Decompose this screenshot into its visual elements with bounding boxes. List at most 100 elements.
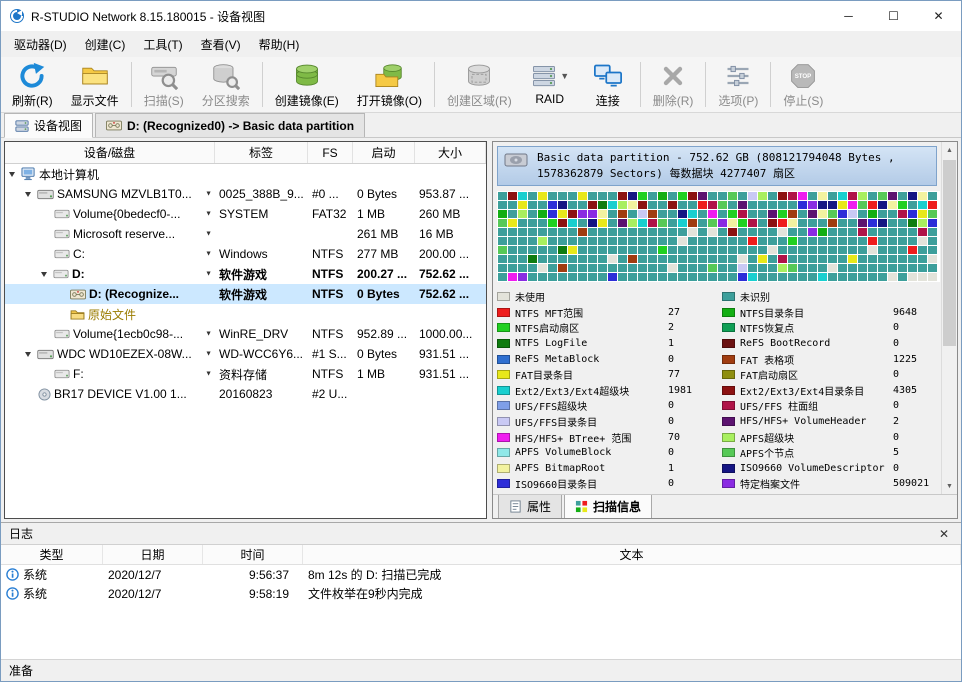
view-tab-1[interactable]: D: (Recognized0) -> Basic data partition bbox=[95, 113, 365, 137]
tree-row-3[interactable]: Microsoft reserve...▼261 MB16 MB bbox=[5, 224, 486, 244]
toolbar-button-9[interactable]: 删除(R) bbox=[644, 58, 703, 111]
toolbar-button-1[interactable]: 显示文件 bbox=[62, 58, 128, 111]
tree-row-7[interactable]: 原始文件 bbox=[5, 304, 486, 324]
log-text-cell: 8m 12s 的 D: 扫描已完成 bbox=[303, 565, 961, 584]
volume-icon bbox=[54, 329, 70, 339]
toolbar-button-7[interactable]: ▼RAID bbox=[521, 58, 579, 111]
tree-column-header-2[interactable]: FS bbox=[308, 142, 353, 163]
scrollbar-down-icon[interactable]: ▼ bbox=[942, 478, 957, 494]
menu-item-2[interactable]: 工具(T) bbox=[134, 32, 191, 57]
scrollbar-up-icon[interactable]: ▲ bbox=[942, 142, 957, 158]
partition-search-icon-wrap bbox=[212, 61, 240, 91]
tree-row-0[interactable]: 本地计算机 bbox=[5, 164, 486, 184]
scan-block bbox=[528, 219, 537, 227]
tree-row-2[interactable]: Volume{0bedecf0-...▼SYSTEMFAT321 MB260 M… bbox=[5, 204, 486, 224]
toolbar-button-3[interactable]: 分区搜索 bbox=[193, 58, 259, 111]
view-tab-0[interactable]: 设备视图 bbox=[4, 113, 93, 138]
device-dropdown-arrow[interactable]: ▼ bbox=[205, 331, 212, 338]
scan-block bbox=[918, 192, 927, 200]
device-dropdown-arrow[interactable]: ▼ bbox=[205, 211, 212, 218]
scan-block bbox=[638, 246, 647, 254]
close-button[interactable]: ✕ bbox=[916, 1, 961, 31]
menu-item-4[interactable]: 帮助(H) bbox=[250, 32, 309, 57]
tree-column-header-1[interactable]: 标签 bbox=[215, 142, 308, 163]
menu-item-1[interactable]: 创建(C) bbox=[76, 32, 135, 57]
legend-count: 27 bbox=[668, 307, 712, 318]
toolbar-button-6[interactable]: 创建区域(R) bbox=[438, 58, 521, 111]
device-dropdown-arrow[interactable]: ▼ bbox=[205, 231, 212, 238]
minimize-button[interactable]: ─ bbox=[826, 1, 871, 31]
legend-item-left-11: APFS BitmapRoot1 bbox=[497, 460, 712, 476]
menu-item-3[interactable]: 查看(V) bbox=[192, 32, 250, 57]
panel-tab-1[interactable]: 扫描信息 bbox=[564, 495, 652, 519]
menu-item-0[interactable]: 驱动器(D) bbox=[5, 32, 76, 57]
scan-block bbox=[648, 192, 657, 200]
tree-row-9[interactable]: WDC WD10EZEX-08W...▼WD-WCC6Y6...#1 S...0… bbox=[5, 344, 486, 364]
scan-block bbox=[898, 264, 907, 272]
scan-block bbox=[658, 264, 667, 272]
scan-block bbox=[838, 192, 847, 200]
scrollbar-thumb[interactable] bbox=[943, 160, 956, 346]
scan-block bbox=[668, 264, 677, 272]
toolbar-button-5[interactable]: 打开镜像(O) bbox=[348, 58, 431, 111]
device-dropdown-arrow[interactable]: ▼ bbox=[205, 351, 212, 358]
tree-column-header-3[interactable]: 启动 bbox=[353, 142, 415, 163]
scan-block bbox=[548, 273, 557, 281]
tree-row-10[interactable]: F:▼资料存储NTFS1 MB931.51 ... bbox=[5, 364, 486, 384]
device-dropdown-arrow[interactable]: ▼ bbox=[205, 191, 212, 198]
volume-icon bbox=[54, 229, 70, 239]
log-column-header-1[interactable]: 日期 bbox=[103, 545, 203, 564]
log-column-header-3[interactable]: 文本 bbox=[303, 545, 961, 564]
toolbar-button-4[interactable]: 创建镜像(E) bbox=[266, 58, 348, 111]
legend-count: 4305 bbox=[893, 385, 937, 396]
device-dropdown-arrow[interactable]: ▼ bbox=[205, 271, 212, 278]
scan-block bbox=[548, 192, 557, 200]
tree-row-8[interactable]: Volume{1ecb0c98-...▼WinRE_DRVNTFS952.89 … bbox=[5, 324, 486, 344]
device-dropdown-arrow[interactable]: ▼ bbox=[205, 371, 212, 378]
scan-blockmap[interactable] bbox=[497, 191, 940, 282]
log-row-0[interactable]: 系统2020/12/79:56:378m 12s 的 D: 扫描已完成 bbox=[1, 565, 961, 584]
toolbar-button-0[interactable]: 刷新(R) bbox=[3, 58, 62, 111]
toolbar-button-11[interactable]: STOP停止(S) bbox=[774, 58, 832, 111]
toolbar-dropdown-arrow[interactable]: ▼ bbox=[560, 71, 569, 81]
tree-expander-icon[interactable] bbox=[9, 172, 15, 177]
toolbar-button-8[interactable]: 连接 bbox=[579, 58, 637, 111]
scrollbar-track[interactable] bbox=[942, 158, 957, 478]
tree-row-11[interactable]: BR17 DEVICE V1.00 1...20160823#2 U... bbox=[5, 384, 486, 404]
legend-color-swatch bbox=[497, 417, 510, 426]
device-dropdown-arrow[interactable]: ▼ bbox=[205, 251, 212, 258]
maximize-button[interactable]: ☐ bbox=[871, 1, 916, 31]
toolbar-button-10[interactable]: 选项(P) bbox=[709, 58, 767, 111]
tree-expander-icon[interactable] bbox=[25, 192, 31, 197]
scan-block bbox=[738, 255, 747, 263]
tree-row-6[interactable]: D: (Recognize...软件游戏NTFS0 Bytes752.62 ..… bbox=[5, 284, 486, 304]
legend-item-left-1: NTFS MFT范围27 bbox=[497, 304, 712, 320]
tree-expander-icon[interactable] bbox=[25, 352, 31, 357]
device-name-label: 本地计算机 bbox=[39, 166, 99, 183]
legend-color-swatch bbox=[722, 370, 735, 379]
panel-tab-0[interactable]: 属性 bbox=[498, 495, 562, 519]
device-name-cell: F:▼ bbox=[5, 364, 215, 384]
log-column-header-2[interactable]: 时间 bbox=[203, 545, 303, 564]
tree-row-1[interactable]: SAMSUNG MZVLB1T0...▼0025_388B_9...#0 ...… bbox=[5, 184, 486, 204]
toolbar-button-2[interactable]: 扫描(S) bbox=[135, 58, 193, 111]
scan-block bbox=[888, 246, 897, 254]
tree-row-5[interactable]: D:▼软件游戏NTFS200.27 ...752.62 ... bbox=[5, 264, 486, 284]
legend-item-left-0: 未使用 bbox=[497, 289, 712, 305]
right-scrollbar[interactable]: ▲ ▼ bbox=[941, 142, 957, 494]
scan-block bbox=[748, 273, 757, 281]
scan-block bbox=[798, 246, 807, 254]
device-start-cell: 261 MB bbox=[353, 224, 415, 244]
tree-column-header-0[interactable]: 设备/磁盘 bbox=[5, 142, 215, 163]
tree-column-header-4[interactable]: 大小 bbox=[415, 142, 486, 163]
legend-label: 特定档案文件 bbox=[740, 476, 888, 491]
tree-row-4[interactable]: C:▼WindowsNTFS277 MB200.00 ... bbox=[5, 244, 486, 264]
view-tab-label: D: (Recognized0) -> Basic data partition bbox=[127, 119, 354, 133]
tree-expander-icon[interactable] bbox=[41, 272, 47, 277]
legend-item-left-7: UFS/FFS超级块0 bbox=[497, 398, 712, 414]
log-column-header-0[interactable]: 类型 bbox=[1, 545, 103, 564]
scan-block bbox=[868, 255, 877, 263]
scan-block bbox=[918, 255, 927, 263]
log-close-button[interactable]: ✕ bbox=[935, 527, 953, 541]
log-row-1[interactable]: 系统2020/12/79:58:19文件枚举在9秒内完成 bbox=[1, 584, 961, 603]
